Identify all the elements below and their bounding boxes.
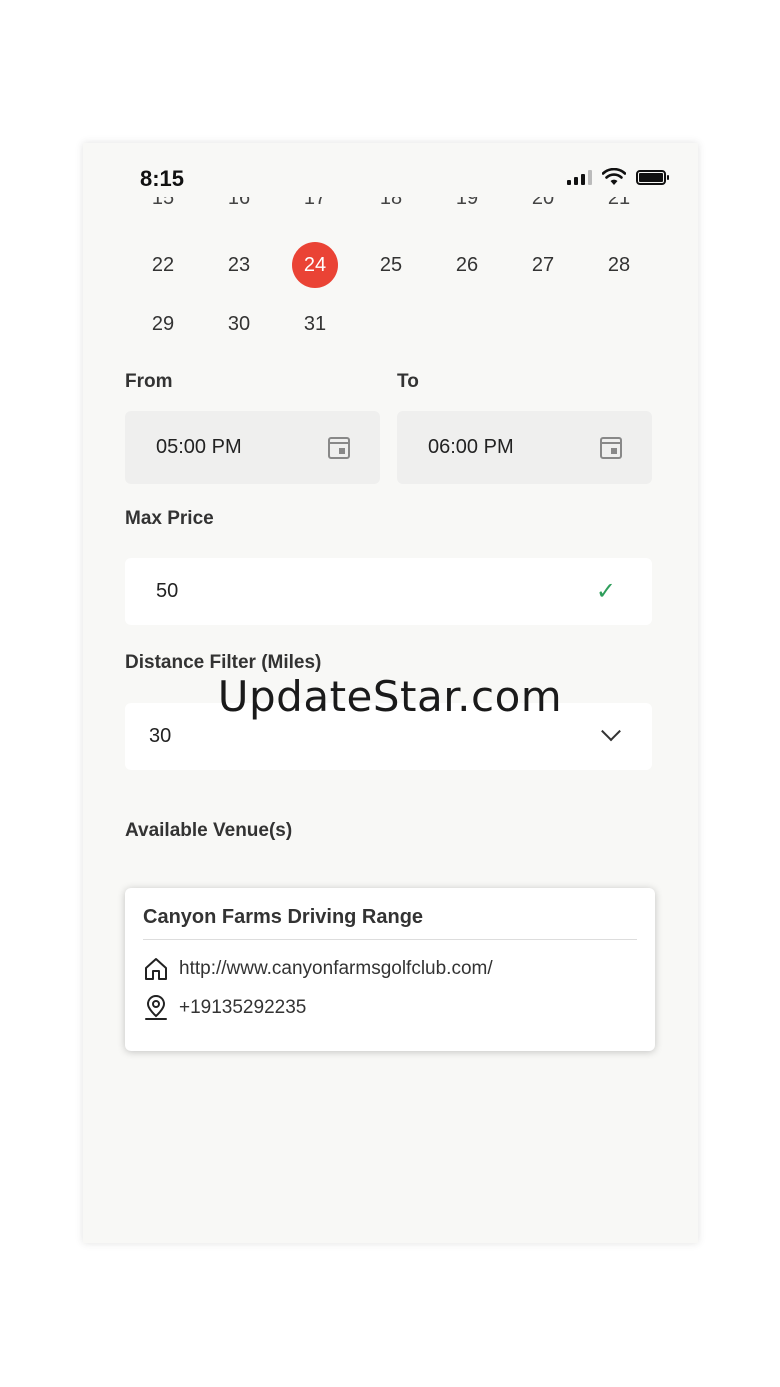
calendar-day[interactable]: 19: [429, 197, 505, 209]
max-price-label: Max Price: [125, 508, 214, 529]
calendar-day[interactable]: 15: [125, 197, 201, 209]
calendar-week-row: 22 23 24 25 26 27 28: [125, 242, 657, 288]
distance-value: 30: [149, 725, 172, 747]
available-venues-label: Available Venue(s): [125, 820, 293, 841]
calendar-day[interactable]: 27: [505, 242, 581, 288]
venue-phone[interactable]: +19135292235: [179, 997, 306, 1019]
venue-card[interactable]: Canyon Farms Driving Range http://www.ca…: [125, 888, 655, 1051]
location-pin-icon: [143, 994, 169, 1022]
calendar-day[interactable]: 25: [353, 242, 429, 288]
calendar-day[interactable]: 21: [581, 197, 657, 209]
battery-icon: [636, 169, 669, 185]
calendar-partial-row: 15 16 17 18 19 20 21: [125, 197, 657, 215]
calendar-day[interactable]: 18: [353, 197, 429, 209]
venue-phone-row[interactable]: +19135292235: [143, 994, 637, 1022]
venue-website[interactable]: http://www.canyonfarmsgolfclub.com/: [179, 958, 493, 980]
status-icons: [567, 168, 669, 186]
calendar-day[interactable]: 17: [277, 197, 353, 209]
to-label: To: [397, 371, 419, 392]
distance-filter-label: Distance Filter (Miles): [125, 652, 322, 673]
venue-name: Canyon Farms Driving Range: [143, 906, 637, 940]
max-price-input[interactable]: 50 ✓: [125, 558, 652, 625]
calendar-day[interactable]: 26: [429, 242, 505, 288]
calendar-day-selected[interactable]: 24: [277, 242, 353, 288]
calendar-day[interactable]: 16: [201, 197, 277, 209]
venue-website-row[interactable]: http://www.canyonfarmsgolfclub.com/: [143, 956, 637, 982]
calendar-day[interactable]: 23: [201, 242, 277, 288]
calendar-icon[interactable]: [600, 436, 622, 459]
calendar-day[interactable]: 31: [277, 301, 353, 347]
calendar-day[interactable]: 20: [505, 197, 581, 209]
from-time-field[interactable]: 05:00 PM: [125, 411, 380, 484]
calendar-day[interactable]: 28: [581, 242, 657, 288]
chevron-down-icon[interactable]: [601, 720, 621, 741]
to-time-value: 06:00 PM: [428, 436, 514, 458]
watermark-text: UpdateStar.com: [217, 672, 563, 721]
calendar-day[interactable]: 29: [125, 301, 201, 347]
max-price-value: 50: [156, 580, 179, 602]
to-time-field[interactable]: 06:00 PM: [397, 411, 652, 484]
signal-icon: [567, 169, 592, 185]
calendar-day[interactable]: 22: [125, 242, 201, 288]
calendar-icon[interactable]: [328, 436, 350, 459]
checkmark-icon: ✓: [595, 578, 616, 605]
from-label: From: [125, 371, 173, 392]
calendar-day[interactable]: 30: [201, 301, 277, 347]
wifi-icon: [602, 168, 626, 185]
from-time-value: 05:00 PM: [156, 436, 242, 458]
home-icon: [143, 956, 169, 982]
status-time: 8:15: [140, 166, 185, 191]
calendar-week-row: 29 30 31: [125, 301, 657, 347]
